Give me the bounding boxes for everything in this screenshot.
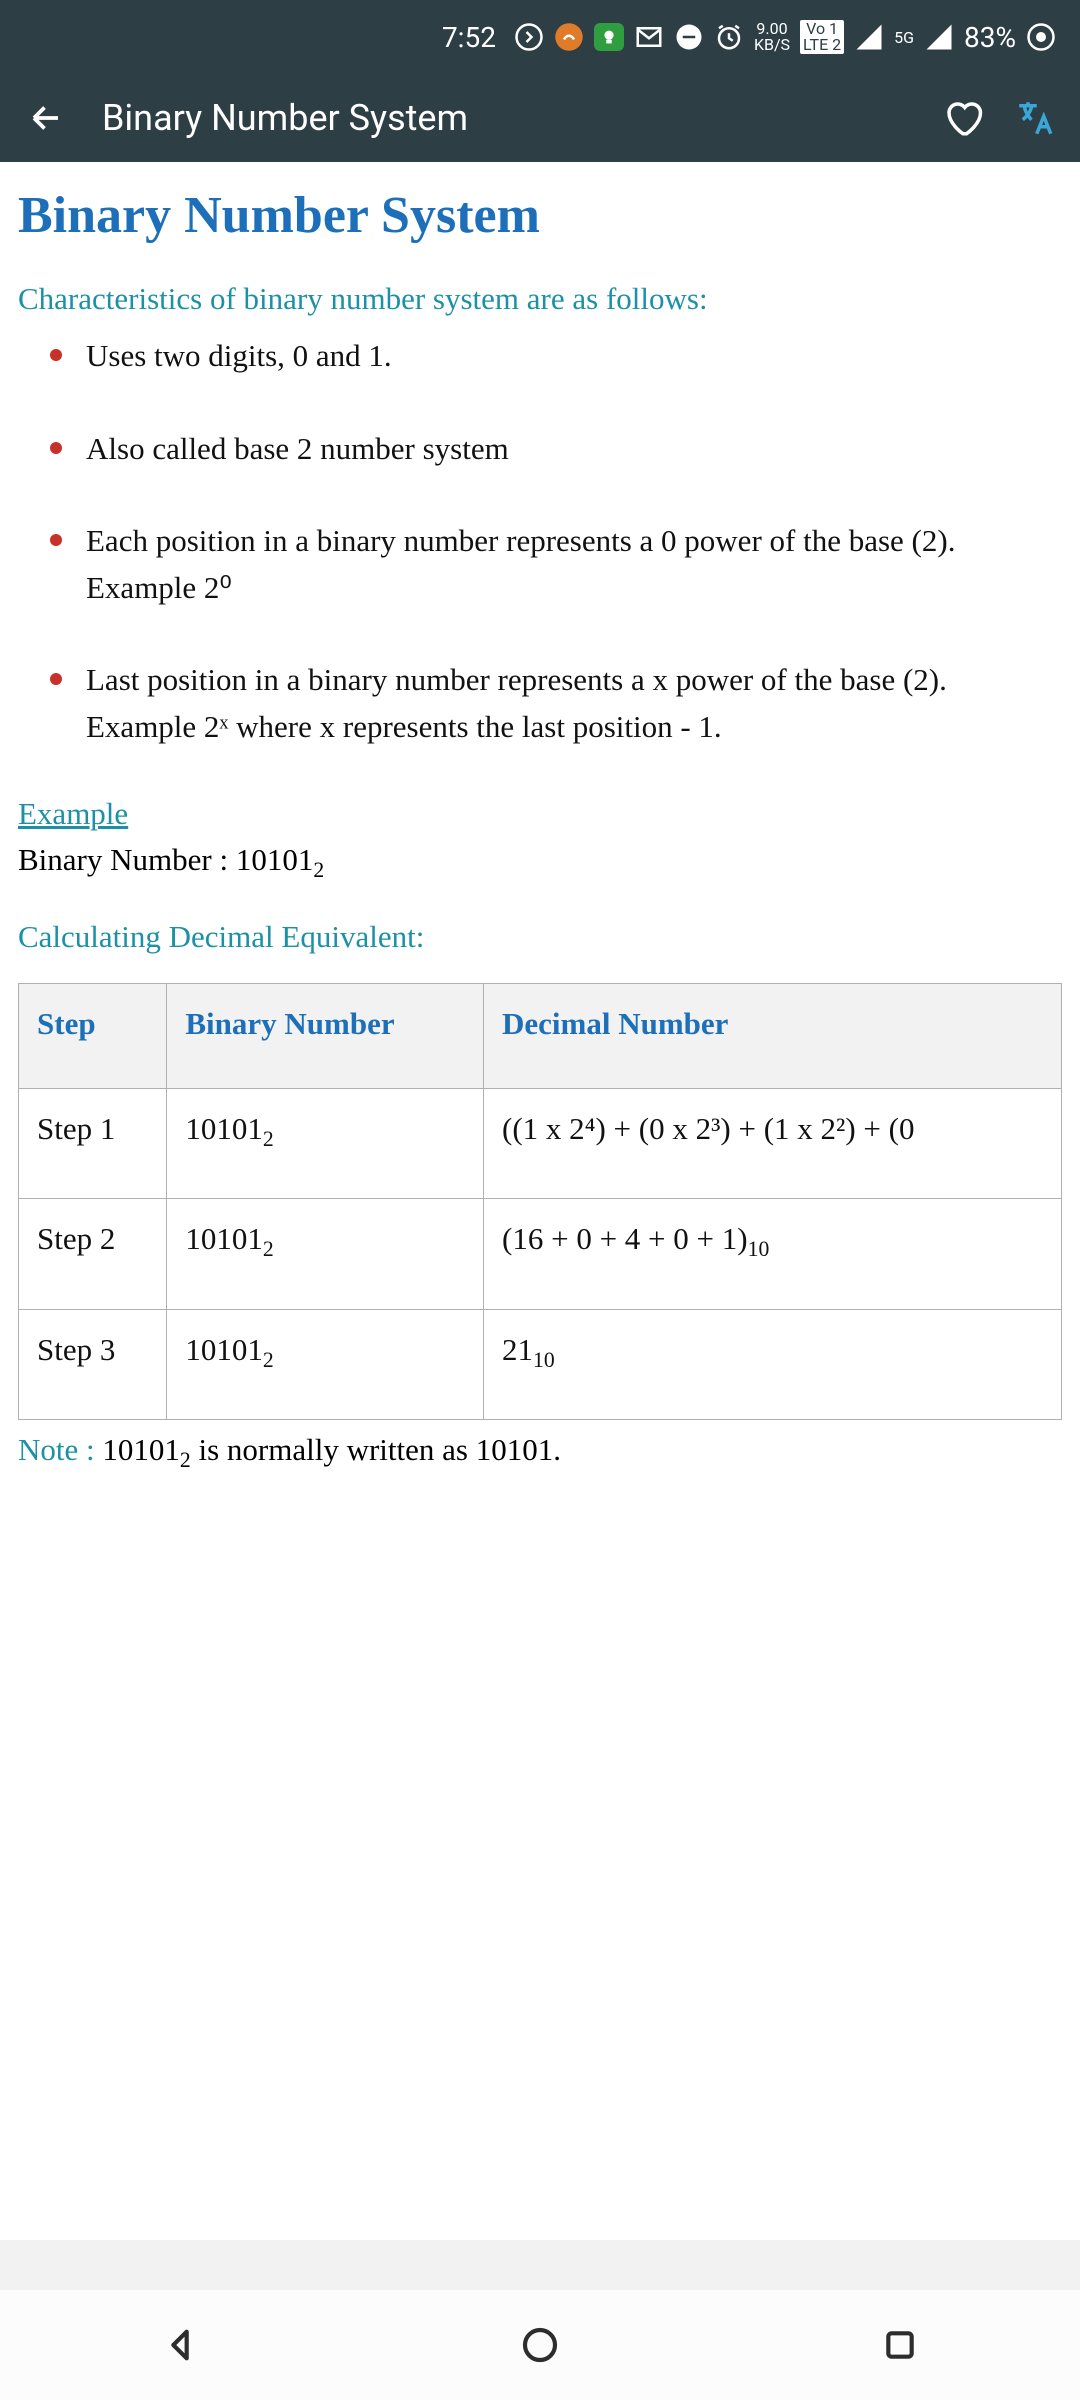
table-cell: (16 + 0 + 4 + 0 + 1)10 xyxy=(484,1199,1062,1309)
nav-home-icon[interactable] xyxy=(520,2325,560,2365)
note-text: Note : 101012 is normally written as 101… xyxy=(18,1432,1062,1473)
do-not-disturb-icon xyxy=(674,22,704,52)
back-button[interactable] xyxy=(24,96,68,140)
table-cell: 101012 xyxy=(167,1199,484,1309)
calc-label: Calculating Decimal Equivalent: xyxy=(18,919,1062,955)
content-area: Binary Number System Characteristics of … xyxy=(0,162,1080,1473)
signal-1-icon xyxy=(854,22,884,52)
intro-text: Characteristics of binary number system … xyxy=(18,281,1062,317)
list-item: Also called base 2 number system xyxy=(56,426,1062,473)
page-title: Binary Number System xyxy=(18,186,1062,245)
table-header: Step xyxy=(19,984,167,1089)
ad-placeholder xyxy=(0,2240,1080,2290)
table-cell: 2110 xyxy=(484,1309,1062,1419)
app-bar: Binary Number System xyxy=(0,74,1080,162)
network-badge: Vo 1LTE 2 xyxy=(800,20,844,54)
alarm-icon xyxy=(714,22,744,52)
list-item: Last position in a binary number represe… xyxy=(56,657,1062,750)
duolingo-icon xyxy=(594,23,624,51)
status-bar: 7:52 9.00KB/S Vo 1LTE 2 5G 83% xyxy=(0,0,1080,74)
example-text: Binary Number : 101012 xyxy=(18,842,1062,883)
table-row: Step 3 101012 2110 xyxy=(19,1309,1062,1419)
translate-icon[interactable] xyxy=(1014,97,1056,139)
table-cell: Step 1 xyxy=(19,1089,167,1199)
table-header: Binary Number xyxy=(167,984,484,1089)
nav-recent-icon[interactable] xyxy=(880,2325,920,2365)
app-bar-title: Binary Number System xyxy=(102,97,942,139)
nav-back-icon[interactable] xyxy=(160,2325,200,2365)
table-cell: 101012 xyxy=(167,1309,484,1419)
signal-2-icon xyxy=(924,22,954,52)
list-item: Uses two digits, 0 and 1. xyxy=(56,333,1062,380)
back-arrow-icon xyxy=(28,100,64,136)
signal-type: 5G xyxy=(894,28,914,47)
table-row: Step 2 101012 (16 + 0 + 4 + 0 + 1)10 xyxy=(19,1199,1062,1309)
app-bar-actions xyxy=(942,97,1056,139)
status-icons: 9.00KB/S Vo 1LTE 2 5G 83% xyxy=(514,20,1056,54)
network-speed: 9.00KB/S xyxy=(754,21,790,53)
calculation-table: Step Binary Number Decimal Number Step 1… xyxy=(18,983,1062,1420)
app-circle-icon xyxy=(554,22,584,52)
characteristics-list: Uses two digits, 0 and 1. Also called ba… xyxy=(18,333,1062,750)
list-item: Each position in a binary number represe… xyxy=(56,518,1062,611)
table-header: Decimal Number xyxy=(484,984,1062,1089)
battery-icon xyxy=(1026,22,1056,52)
table-cell: Step 2 xyxy=(19,1199,167,1309)
table-cell: 101012 xyxy=(167,1089,484,1199)
favorite-icon[interactable] xyxy=(942,97,984,139)
status-time: 7:52 xyxy=(442,21,496,54)
navigation-bar xyxy=(0,2290,1080,2400)
table-cell: ((1 x 2⁴) + (0 x 2³) + (1 x 2²) + (0 xyxy=(484,1089,1062,1199)
table-header-row: Step Binary Number Decimal Number xyxy=(19,984,1062,1089)
table-cell: Step 3 xyxy=(19,1309,167,1419)
table-row: Step 1 101012 ((1 x 2⁴) + (0 x 2³) + (1 … xyxy=(19,1089,1062,1199)
chevron-circle-icon xyxy=(514,22,544,52)
battery-percent: 83% xyxy=(964,21,1016,54)
example-label: Example xyxy=(18,796,1062,832)
gmail-icon xyxy=(634,22,664,52)
